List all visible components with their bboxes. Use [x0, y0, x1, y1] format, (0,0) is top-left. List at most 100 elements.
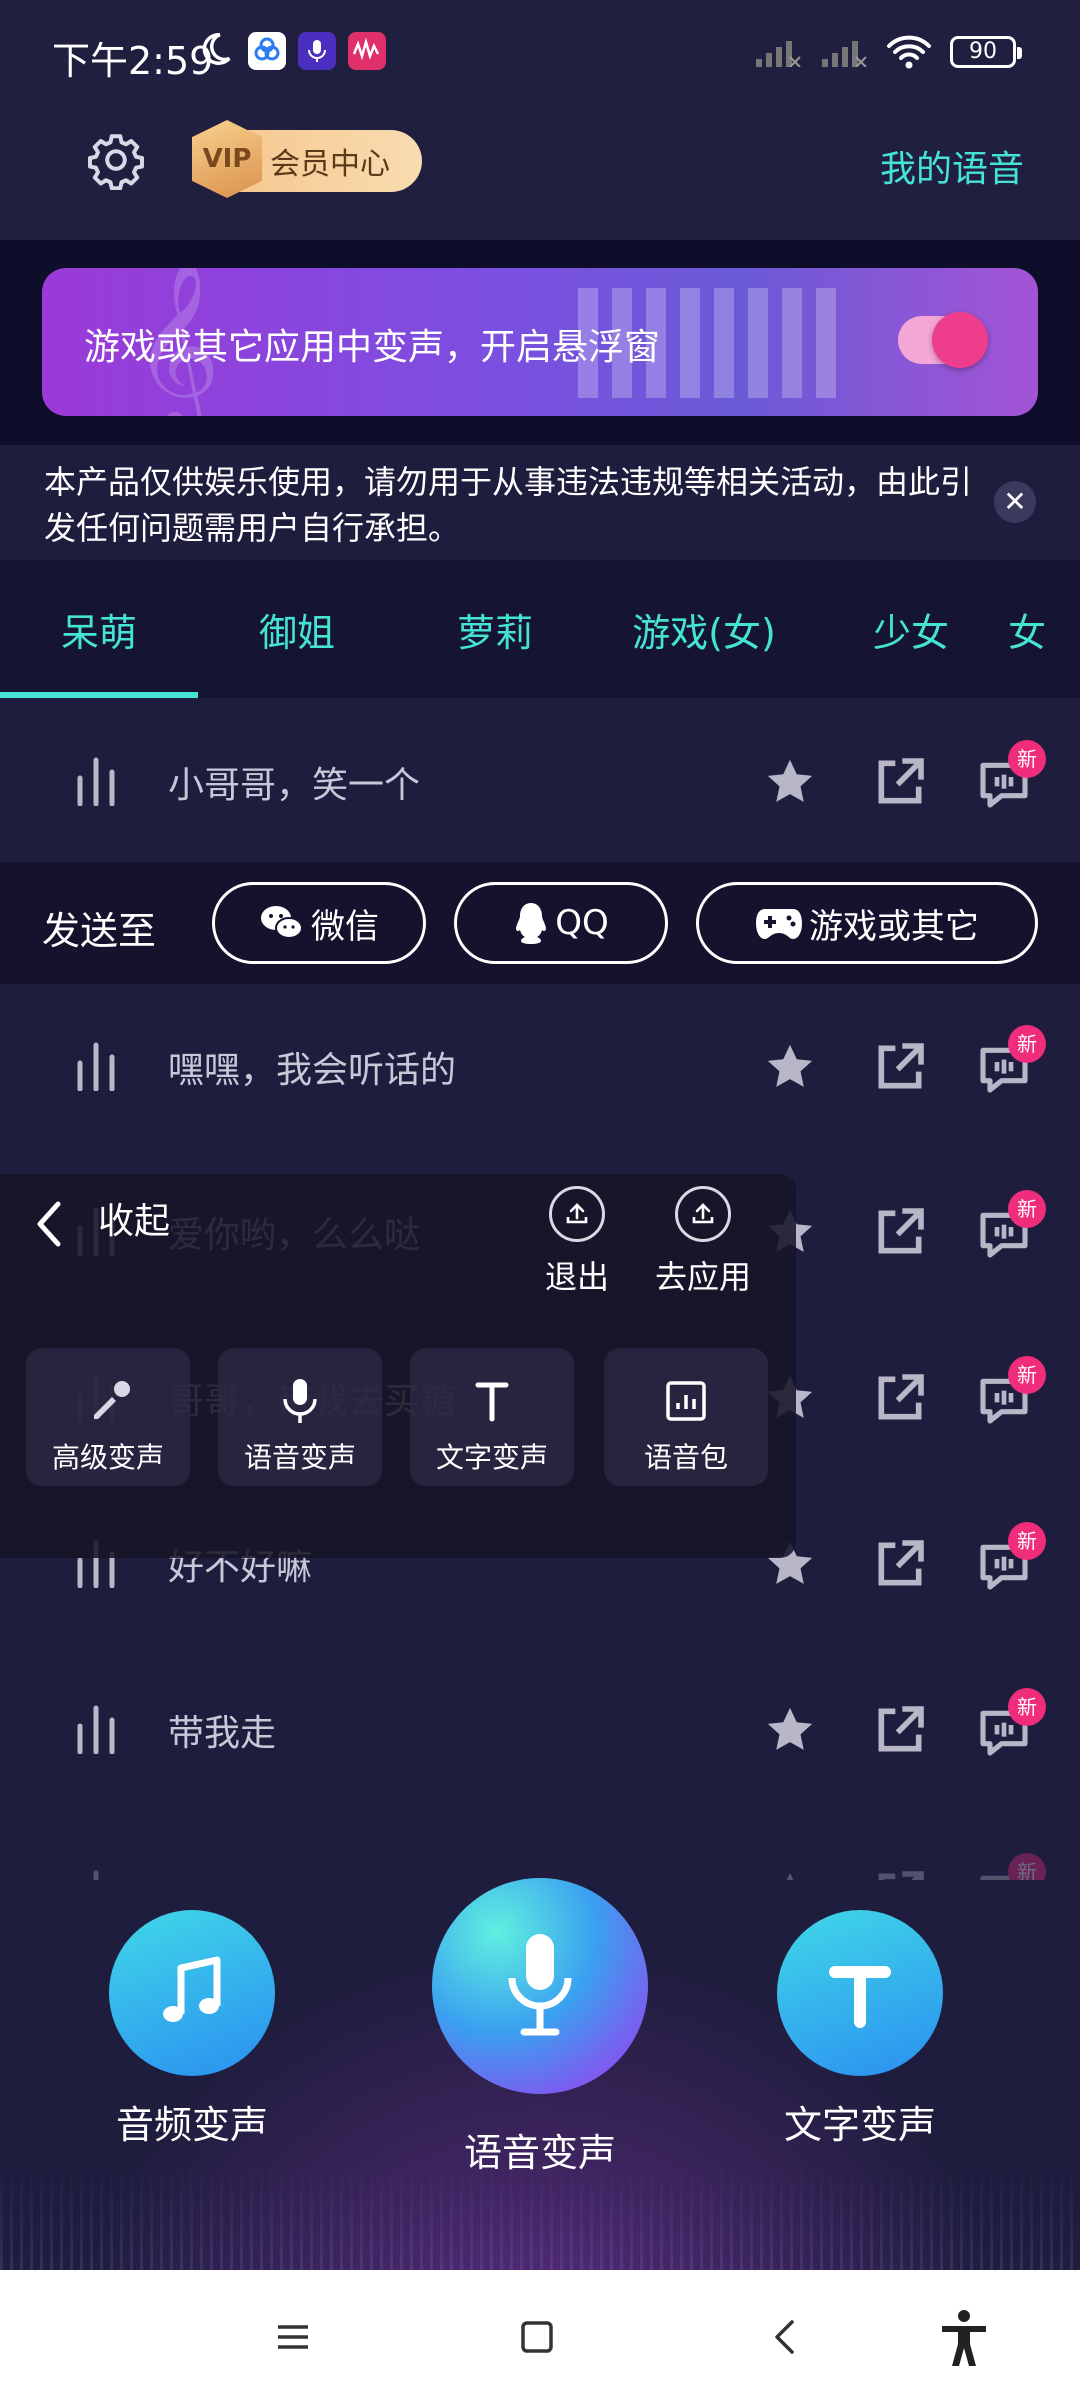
share-external-icon[interactable] [872, 1702, 928, 1758]
send-other-button[interactable]: 游戏或其它 [696, 882, 1038, 964]
app-header: VIP 会员中心 我的语音 [0, 100, 1080, 240]
new-badge: 新 [1008, 1025, 1046, 1063]
floating-window-banner-area: 𝄞 游戏或其它应用中变声，开启悬浮窗 [0, 240, 1080, 445]
goto-app-label: 去应用 [654, 1258, 751, 1296]
floating-window-banner[interactable]: 𝄞 游戏或其它应用中变声，开启悬浮窗 [42, 268, 1038, 416]
text-voice-change-tile[interactable]: 文字变声 [410, 1348, 574, 1486]
tab-yujie[interactable]: 御姐 [198, 560, 396, 698]
accessibility-icon[interactable] [936, 2308, 992, 2368]
status-bar: 下午2:59 90 [0, 0, 1080, 100]
disclaimer-text: 本产品仅供娱乐使用，请勿用于从事违法违规等相关活动，由此引发任何问题需用户自行承… [44, 463, 973, 547]
tab-daimeng[interactable]: 呆萌 [0, 560, 198, 698]
floating-control-panel: 收起 退出 去应用 高级变声 语音变声 文字变声 语音包 [0, 1174, 796, 1558]
send-other-label: 游戏或其它 [809, 906, 979, 947]
sound-bars-icon [77, 1042, 115, 1091]
vip-badge-icon: VIP [192, 120, 262, 198]
new-badge: 新 [1008, 1688, 1046, 1726]
battery-indicator: 90 [950, 36, 1022, 68]
text-voice-change-label: 文字变声 [435, 1441, 548, 1474]
audio-voice-change-label: 音频变声 [115, 2103, 268, 2147]
favorite-star-icon[interactable] [762, 1702, 818, 1758]
signal-icon-2 [822, 41, 867, 67]
voice-title: 带我走 [168, 1713, 277, 1754]
signal-icon [756, 41, 801, 67]
voice-change-label: 语音变声 [243, 1441, 356, 1474]
voice-title: 小哥哥，笑一个 [168, 765, 421, 806]
send-to-bar: 发送至 微信 QQ 游戏或其它 [0, 862, 1080, 984]
send-wechat-label: 微信 [311, 906, 379, 947]
microphone-main-icon [432, 1878, 648, 2094]
text-voice-change-dock-label: 文字变声 [783, 2103, 936, 2147]
voice-pack-icon [666, 1381, 706, 1421]
voice-app-notification-icon [298, 32, 336, 70]
toggle-knob [932, 312, 988, 368]
voice-pack-label: 语音包 [643, 1441, 728, 1474]
category-tabs: 呆萌 御姐 萝莉 游戏(女) 少女 女 [0, 560, 1080, 698]
advanced-voice-change-tile[interactable]: 高级变声 [26, 1348, 190, 1486]
voice-title: 嘿嘿，我会听话的 [168, 1050, 457, 1091]
voice-list-item[interactable]: 嘿嘿，我会听话的 新 [0, 985, 1080, 1150]
moon-icon [202, 33, 231, 65]
vip-center-button[interactable]: VIP 会员中心 [192, 120, 422, 198]
my-voice-link[interactable]: 我的语音 [880, 140, 1024, 192]
share-external-icon[interactable] [872, 1039, 928, 1095]
send-qq-button[interactable]: QQ [454, 882, 668, 964]
share-external-icon[interactable] [872, 754, 928, 810]
tab-game-female[interactable]: 游戏(女) [594, 560, 814, 698]
microphone-icon [283, 1379, 317, 1423]
pen-magic-icon [94, 1381, 130, 1419]
menu-icon[interactable] [268, 2312, 318, 2362]
collapse-label[interactable]: 收起 [98, 1192, 170, 1244]
system-nav-bar [0, 2270, 1080, 2400]
active-tab-indicator [0, 692, 198, 698]
floating-window-toggle[interactable] [898, 312, 988, 368]
text-t-icon [475, 1382, 509, 1422]
upload-icon [549, 1186, 605, 1242]
goto-app-button[interactable]: 去应用 [628, 1180, 778, 1298]
wifi-icon [887, 35, 931, 69]
home-icon[interactable] [512, 2312, 562, 2362]
sound-bars-icon [77, 1705, 115, 1754]
tab-luoli[interactable]: 萝莉 [396, 560, 594, 698]
tab-partial[interactable]: 女 [1008, 560, 1080, 698]
settings-gear-icon[interactable] [86, 130, 146, 190]
voice-change-main-label: 语音变声 [463, 2131, 616, 2175]
text-voice-change-button[interactable]: 文字变声 [760, 1910, 960, 2149]
chevron-left-icon[interactable] [30, 1196, 66, 1252]
disclaimer-notice: 本产品仅供娱乐使用，请勿用于从事违法违规等相关活动，由此引发任何问题需用户自行承… [0, 445, 1080, 560]
send-qq-label: QQ [555, 903, 609, 943]
back-icon[interactable] [760, 2312, 810, 2362]
music-note-icon [109, 1910, 275, 2076]
voice-change-tile[interactable]: 语音变声 [218, 1348, 382, 1486]
new-badge: 新 [1008, 1190, 1046, 1228]
text-t-large-icon [777, 1910, 943, 2076]
share-external-icon[interactable] [872, 1370, 928, 1426]
share-external-icon[interactable] [872, 1204, 928, 1260]
share-external-icon[interactable] [872, 1536, 928, 1592]
new-badge: 新 [1008, 1356, 1046, 1394]
send-to-label: 发送至 [42, 909, 157, 953]
voice-list-item[interactable]: 带我走 新 [0, 1648, 1080, 1813]
audio-voice-change-button[interactable]: 音频变声 [92, 1910, 292, 2149]
upload-icon-2 [675, 1186, 731, 1242]
new-badge: 新 [1008, 740, 1046, 778]
voice-change-main-button[interactable]: 语音变声 [424, 1878, 656, 2177]
music-app-notification-icon [348, 32, 386, 70]
new-badge: 新 [1008, 1522, 1046, 1560]
qq-penguin-icon [516, 903, 547, 944]
wechat-icon [261, 906, 303, 939]
favorite-star-icon[interactable] [762, 1039, 818, 1095]
sound-bars-icon [77, 757, 115, 806]
bottom-dock: 音频变声 语音变声 文字变声 [0, 1878, 1080, 2270]
advanced-voice-change-label: 高级变声 [51, 1441, 164, 1474]
send-wechat-button[interactable]: 微信 [212, 882, 426, 964]
status-time: 下午2:59 [52, 39, 214, 83]
gamepad-icon [756, 909, 802, 939]
banner-text: 游戏或其它应用中变声，开启悬浮窗 [84, 327, 661, 368]
voice-list-item[interactable]: 小哥哥，笑一个 新 [0, 700, 1080, 865]
tab-shaonv[interactable]: 少女 [814, 560, 1008, 698]
close-icon[interactable]: ✕ [994, 481, 1036, 523]
favorite-star-icon[interactable] [762, 754, 818, 810]
vip-center-label: 会员中心 [270, 147, 390, 182]
voice-pack-tile[interactable]: 语音包 [604, 1348, 768, 1486]
